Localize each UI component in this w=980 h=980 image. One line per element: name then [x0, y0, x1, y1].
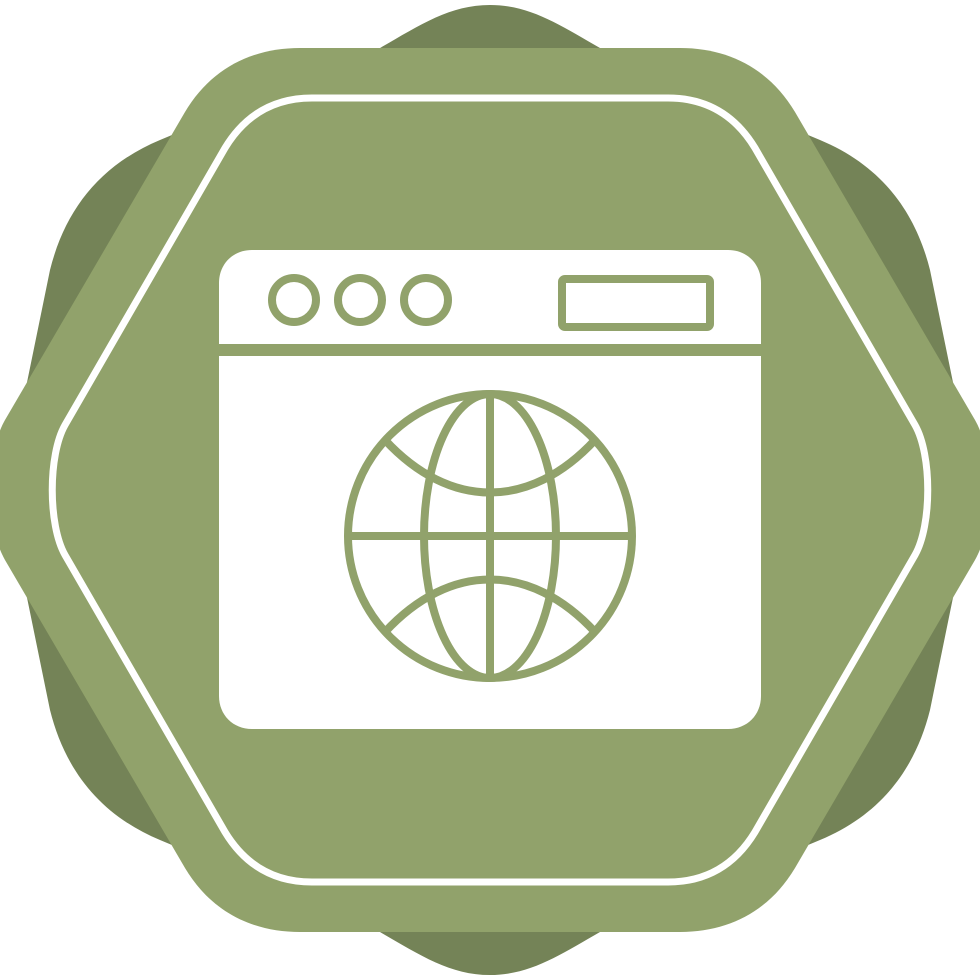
- icon-stage: [0, 0, 980, 980]
- globe-icon: [344, 390, 636, 682]
- browser-window-icon: [219, 250, 761, 729]
- badge-icon: [0, 5, 980, 975]
